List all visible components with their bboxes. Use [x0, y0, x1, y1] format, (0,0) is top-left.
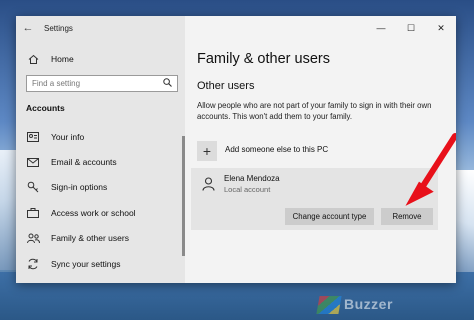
maximize-icon: ☐: [406, 22, 416, 33]
back-button[interactable]: ←: [16, 16, 40, 40]
sidebar-item-home[interactable]: Home: [16, 50, 185, 68]
sidebar-item-label: Email & accounts: [51, 157, 117, 168]
sidebar-item-label: Family & other users: [51, 233, 129, 244]
content-pane: — ☐ ✕ Family & other users Other users A…: [185, 16, 456, 283]
site-watermark: Buzzer: [316, 296, 393, 315]
section-description: Allow people who are not part of your fa…: [197, 101, 432, 121]
change-account-type-button[interactable]: Change account type: [285, 208, 374, 225]
search-icon[interactable]: [163, 78, 172, 89]
sidebar-item-family-other-users[interactable]: Family & other users: [16, 226, 185, 251]
sidebar-item-email-accounts[interactable]: Email & accounts: [16, 149, 185, 174]
watermark-logo-icon: [316, 296, 342, 315]
search-input[interactable]: Find a setting: [26, 75, 178, 92]
sidebar-item-label: Sign-in options: [51, 182, 108, 193]
sidebar-item-label: Your info: [51, 131, 85, 142]
maximize-button[interactable]: ☐: [396, 16, 426, 40]
minimize-button[interactable]: —: [366, 16, 396, 40]
page-title: Family & other users: [197, 51, 330, 67]
sidebar-item-sync-settings[interactable]: Sync your settings: [16, 251, 185, 276]
person-icon: [199, 175, 217, 193]
mail-icon: [26, 155, 40, 169]
sidebar-section-title: Accounts: [26, 103, 65, 113]
minimize-icon: —: [376, 23, 386, 33]
settings-window: ← Settings Home Find a setting Accounts …: [16, 16, 456, 283]
sidebar-nav: Your info Email & accounts Sign-in optio…: [16, 124, 185, 276]
section-title-other-users: Other users: [197, 80, 255, 92]
sidebar-item-sign-in-options[interactable]: Sign-in options: [16, 175, 185, 200]
sync-icon: [26, 257, 40, 271]
briefcase-icon: [26, 206, 40, 220]
plus-icon: +: [197, 141, 217, 161]
user-card-icon: [26, 130, 40, 144]
home-label: Home: [51, 54, 74, 64]
search-placeholder: Find a setting: [32, 79, 81, 88]
title-bar: ← Settings: [16, 16, 185, 40]
key-icon: [26, 180, 40, 194]
window-title: Settings: [44, 23, 73, 33]
add-someone-button[interactable]: + Add someone else to this PC: [197, 140, 328, 162]
sidebar-item-label: Access work or school: [51, 207, 136, 218]
watermark-text: Buzzer: [344, 296, 393, 312]
user-name: Elena Mendoza: [224, 174, 280, 183]
home-icon: [26, 52, 40, 66]
sidebar-item-access-work[interactable]: Access work or school: [16, 200, 185, 225]
people-icon: [26, 231, 40, 245]
sidebar-item-your-info[interactable]: Your info: [16, 124, 185, 149]
back-arrow-icon: ←: [22, 22, 34, 34]
close-button[interactable]: ✕: [426, 16, 456, 40]
sidebar-item-label: Sync your settings: [51, 258, 121, 269]
add-someone-label: Add someone else to this PC: [225, 144, 329, 154]
window-controls: — ☐ ✕: [366, 16, 456, 40]
close-icon: ✕: [437, 22, 445, 33]
sidebar: ← Settings Home Find a setting Accounts …: [16, 16, 185, 283]
user-account-type: Local account: [224, 185, 271, 194]
red-arrow-annotation: [405, 133, 456, 206]
